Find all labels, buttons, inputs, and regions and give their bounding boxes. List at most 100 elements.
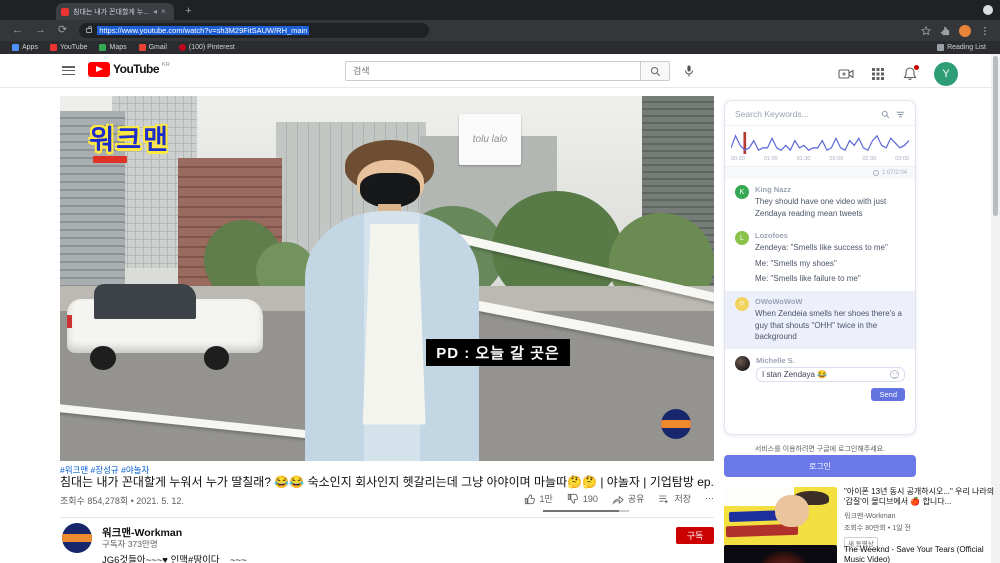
apps-grid-icon[interactable] bbox=[870, 66, 886, 82]
maps-icon bbox=[99, 44, 107, 51]
search-box[interactable] bbox=[345, 61, 641, 81]
apps-grid-icon bbox=[12, 44, 19, 51]
user-avatar bbox=[735, 355, 750, 371]
panel-search-row[interactable] bbox=[725, 101, 915, 126]
bookmark-gmail[interactable]: Gmail bbox=[138, 44, 167, 51]
filter-menu-icon[interactable] bbox=[896, 110, 905, 119]
browser-window: 침대는 내가 꼰대할게 누... ◂ × + ← → ⟳ https://www… bbox=[0, 0, 1000, 563]
comment-text: Me: "Smells like failure to me" bbox=[755, 274, 861, 284]
comment-item[interactable]: K King Nazz They should have one video w… bbox=[725, 179, 915, 225]
browser-tab[interactable]: 침대는 내가 꼰대할게 누... ◂ × bbox=[56, 3, 174, 20]
menu-dots-icon[interactable] bbox=[980, 26, 990, 36]
tab-close-icon[interactable]: × bbox=[161, 7, 166, 16]
extensions-icon[interactable] bbox=[940, 26, 950, 36]
commenter-name: Lozofoes bbox=[755, 231, 788, 241]
tab-audio-icon: ◂ bbox=[153, 6, 158, 16]
chrome-profile-avatar[interactable] bbox=[959, 24, 971, 37]
comment-composer: Michelle S. Send bbox=[725, 349, 915, 409]
tick-label: 01:30 bbox=[796, 156, 811, 162]
window-button[interactable] bbox=[983, 5, 993, 15]
comment-input[interactable] bbox=[762, 369, 890, 379]
comment-input-box[interactable] bbox=[756, 366, 905, 382]
recommended-meta: 조회수 80만회 • 1일 전 bbox=[844, 524, 911, 532]
reading-list-icon bbox=[937, 44, 945, 51]
dislike-button[interactable]: 190 bbox=[567, 493, 598, 505]
tick-label: 01:00 bbox=[763, 156, 778, 162]
recommended-title[interactable]: The Weeknd - Save Your Tears (Official M… bbox=[844, 545, 996, 563]
comment-item-highlighted[interactable]: o OWoWoWoW When Zendeia smells her shoes… bbox=[725, 290, 915, 349]
recommended-video[interactable]: "아이폰 13년 동시 공개하시오..." 우리 나라의 '갑질'이 몰디브에서… bbox=[724, 487, 996, 551]
commenter-avatar: o bbox=[735, 296, 749, 311]
reading-list-button[interactable]: Reading List bbox=[937, 44, 986, 51]
comment-item[interactable]: L Lozofoes Zendeya: "Smells like success… bbox=[725, 225, 915, 291]
hamburger-menu-icon[interactable] bbox=[62, 66, 75, 75]
video-player[interactable]: tolu lalo 워크맨 PD : 오늘 갈 곳은 bbox=[60, 96, 714, 461]
tab-bar: 침대는 내가 꼰대할게 누... ◂ × + bbox=[0, 0, 1000, 20]
url-text[interactable]: https://www.youtube.com/watch?v=sh3M29Fi… bbox=[97, 26, 310, 35]
reading-list-label: Reading List bbox=[947, 44, 986, 51]
video-actions: 1만 190 공유 저장 ⋯ bbox=[0, 492, 714, 505]
search-icon[interactable] bbox=[881, 110, 890, 119]
comment-text: Zendeya: "Smells like success to me" bbox=[755, 243, 888, 253]
time-indicator: 1:07/2:04 bbox=[881, 170, 907, 176]
video-thumbnail[interactable] bbox=[724, 487, 837, 550]
address-bar[interactable]: https://www.youtube.com/watch?v=sh3M29Fi… bbox=[79, 23, 430, 38]
bookmark-youtube[interactable]: YouTube bbox=[49, 44, 88, 51]
time-indicator-row: 1:07/2:04 bbox=[725, 167, 915, 179]
gmail-icon bbox=[138, 44, 146, 51]
dislike-count: 190 bbox=[582, 493, 598, 504]
search-button[interactable] bbox=[641, 61, 670, 81]
video-title: 침대는 내가 꼰대할게 누워서 누가 딸칠래? 😂😂 숙소인지 회사인지 헷갈리… bbox=[60, 475, 715, 489]
bookmark-pinterest[interactable]: (100) Pinterest bbox=[178, 44, 235, 51]
new-tab-button[interactable]: + bbox=[182, 5, 195, 18]
notifications-bell-icon[interactable] bbox=[902, 65, 919, 82]
youtube-logo[interactable]: YouTube KR bbox=[88, 62, 170, 77]
like-button[interactable]: 1만 bbox=[524, 492, 553, 505]
send-button[interactable]: Send bbox=[871, 387, 905, 401]
scrollbar-thumb[interactable] bbox=[993, 56, 998, 216]
save-button[interactable]: 저장 bbox=[658, 492, 691, 505]
comment-text: When Zendeia smells her shoes there's a … bbox=[755, 308, 902, 342]
back-icon[interactable]: ← bbox=[12, 25, 23, 36]
browser-toolbar: ← → ⟳ https://www.youtube.com/watch?v=sh… bbox=[0, 20, 1000, 41]
like-ratio-bar bbox=[543, 510, 629, 512]
divider bbox=[60, 517, 714, 518]
mic-button[interactable] bbox=[680, 62, 698, 80]
video-description: JG6것들아~~~♥ 인맥#땅이다__~~~ bbox=[102, 555, 247, 563]
login-prompt-text: 서비스를 이용하려면 구글에 로그인해주세요. bbox=[754, 446, 886, 453]
bookmark-maps[interactable]: Maps bbox=[99, 44, 127, 51]
login-button[interactable]: 로그인 bbox=[724, 455, 916, 477]
subscribe-button[interactable]: 구독 bbox=[676, 527, 714, 544]
workman-show-logo: 워크맨 bbox=[89, 124, 170, 155]
bookmark-label: YouTube bbox=[59, 44, 88, 51]
channel-avatar[interactable] bbox=[62, 523, 92, 553]
region-label: KR bbox=[162, 62, 170, 68]
recommended-title[interactable]: "아이폰 13년 동시 공개하시오..." 우리 나라의 '갑질'이 몰디브에서… bbox=[844, 487, 996, 508]
recommended-channel[interactable]: 워크맨-Workman bbox=[844, 511, 996, 521]
reload-icon[interactable]: ⟳ bbox=[58, 25, 67, 36]
emoji-picker-icon[interactable] bbox=[890, 369, 899, 379]
workman-logo-tag bbox=[92, 156, 127, 164]
star-icon[interactable] bbox=[921, 25, 931, 36]
bookmarks-bar: Apps YouTube Maps Gmail (100) Pinterest … bbox=[0, 41, 1000, 54]
recommended-video[interactable]: The Weeknd - Save Your Tears (Official M… bbox=[724, 545, 996, 563]
bookmark-apps[interactable]: Apps bbox=[12, 44, 38, 51]
mic-icon bbox=[685, 65, 693, 77]
share-button[interactable]: 공유 bbox=[612, 492, 644, 505]
create-video-icon[interactable] bbox=[838, 66, 854, 82]
commenter-avatar: K bbox=[735, 185, 749, 199]
pinterest-icon bbox=[178, 44, 186, 51]
bookmark-label: Maps bbox=[109, 44, 127, 51]
subscriber-count: 구독자 373만명 bbox=[102, 539, 158, 549]
bookmark-label: Gmail bbox=[148, 44, 167, 51]
search-input[interactable] bbox=[346, 66, 640, 76]
tick-label: 02:00 bbox=[829, 156, 844, 162]
account-avatar[interactable]: Y bbox=[934, 62, 958, 86]
keyword-timeline-chart[interactable] bbox=[725, 126, 915, 156]
commenter-avatar: L bbox=[735, 231, 749, 246]
more-actions-button[interactable]: ⋯ bbox=[705, 493, 714, 504]
video-thumbnail[interactable] bbox=[724, 545, 837, 563]
commenter-name: OWoWoWoW bbox=[755, 296, 803, 306]
keyword-search-input[interactable] bbox=[735, 109, 875, 119]
forward-icon[interactable]: → bbox=[35, 25, 46, 36]
